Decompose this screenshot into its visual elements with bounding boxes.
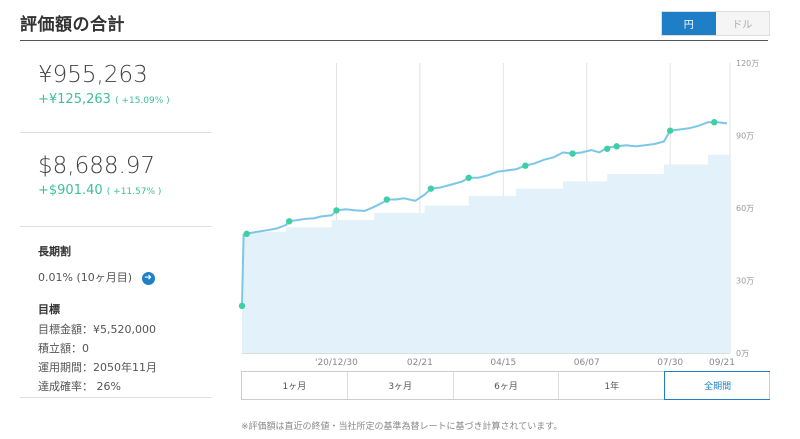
- details-block: 長期割 0.01% (10ヶ月目) ➜ 目標 目標金額：¥5,520,000 積…: [20, 227, 211, 398]
- range-1y-button[interactable]: 1年: [559, 372, 666, 399]
- goal-period: 運用期間：2050年11月: [38, 361, 157, 374]
- x-tick-label: 02/21: [407, 358, 433, 367]
- y-axis-ticks: 0万 30万 60万 90万 120万: [736, 59, 759, 358]
- chart-marker: [522, 162, 529, 169]
- x-axis-ticks: '20/12/30 02/21 04/15 06/07 07/30 09/21: [315, 358, 735, 367]
- valuation-chart: 0万 30万 60万 90万 120万 '20/12/30 02/21 04/15 06/07…: [238, 59, 759, 367]
- yen-gain-percent: ( +15.09% ): [115, 96, 170, 106]
- long-term-discount-row: 0.01% (10ヶ月目) ➜: [38, 269, 211, 285]
- chart-marker: [427, 185, 435, 192]
- chart-marker: [333, 207, 340, 214]
- goal-probability: 達成確率： 26%: [38, 380, 121, 393]
- goal-amount: 目標金額：¥5,520,000: [38, 323, 156, 336]
- y-tick-label: 30万: [736, 277, 754, 286]
- arrow-right-icon[interactable]: ➜: [141, 271, 155, 285]
- y-tick-label: 0万: [736, 349, 749, 358]
- goal-deposit: 積立額：0: [38, 342, 89, 355]
- x-tick-label: 04/15: [490, 358, 516, 367]
- chart-marker: [243, 230, 250, 238]
- range-all-button[interactable]: 全期間: [664, 371, 770, 400]
- chart-marker: [286, 218, 293, 225]
- chart-marker: [569, 150, 576, 157]
- yen-gain: +¥125,263 ( +15.09% ): [38, 92, 211, 107]
- footnote: ※評価額は直近の終値・当社所定の基準為替レートに基づき計算されています。: [241, 422, 563, 432]
- page-title: 評価額の合計: [20, 15, 125, 35]
- goal-title: 目標: [38, 303, 60, 316]
- chart-marker: [383, 196, 391, 203]
- usd-gain: +$901.40 ( +11.57% ): [38, 183, 211, 198]
- y-tick-label: 90万: [736, 132, 754, 141]
- range-selector: 1ヶ月 3ヶ月 6ヶ月 1年 全期間: [241, 371, 770, 400]
- x-tick-label: 09/21: [709, 358, 735, 367]
- long-term-discount-title: 長期割: [38, 245, 71, 258]
- x-tick-label: 06/07: [574, 358, 600, 367]
- goal-details: 目標金額：¥5,520,000 積立額：0 運用期間：2050年11月 達成確率…: [38, 320, 211, 396]
- chart-marker: [238, 302, 246, 310]
- x-tick-label: 07/30: [657, 358, 683, 367]
- range-6m-button[interactable]: 6ヶ月: [454, 372, 560, 399]
- chart-marker: [604, 145, 611, 152]
- usd-gain-amount: +$901.40: [38, 183, 103, 198]
- chart-marker: [613, 143, 620, 150]
- range-3m-button[interactable]: 3ヶ月: [348, 372, 454, 399]
- y-tick-label: 120万: [736, 59, 759, 68]
- usd-total-value: $8,688.97: [38, 153, 156, 179]
- currency-yen-button[interactable]: 円: [662, 12, 716, 35]
- usd-gain-percent: ( +11.57% ): [106, 187, 162, 197]
- yen-total-value: ¥955,263: [38, 62, 148, 88]
- currency-dollar-button[interactable]: ドル: [715, 12, 769, 35]
- range-1m-button[interactable]: 1ヶ月: [242, 372, 348, 399]
- summary-panel: ¥955,263 +¥125,263 ( +15.09% ) $8,688.97…: [20, 41, 211, 398]
- long-term-discount-value: 0.01% (10ヶ月目): [38, 271, 133, 284]
- y-tick-label: 60万: [736, 204, 754, 213]
- yen-total-block: ¥955,263 +¥125,263 ( +15.09% ): [20, 41, 211, 133]
- chart-marker: [465, 174, 472, 181]
- yen-gain-amount: +¥125,263: [38, 92, 111, 107]
- chart-marker: [711, 119, 718, 126]
- currency-toggle: 円 ドル: [661, 11, 770, 36]
- chart-marker: [666, 127, 674, 134]
- x-tick-label: '20/12/30: [315, 358, 358, 367]
- usd-total-block: $8,688.97 +$901.40 ( +11.57% ): [20, 133, 211, 227]
